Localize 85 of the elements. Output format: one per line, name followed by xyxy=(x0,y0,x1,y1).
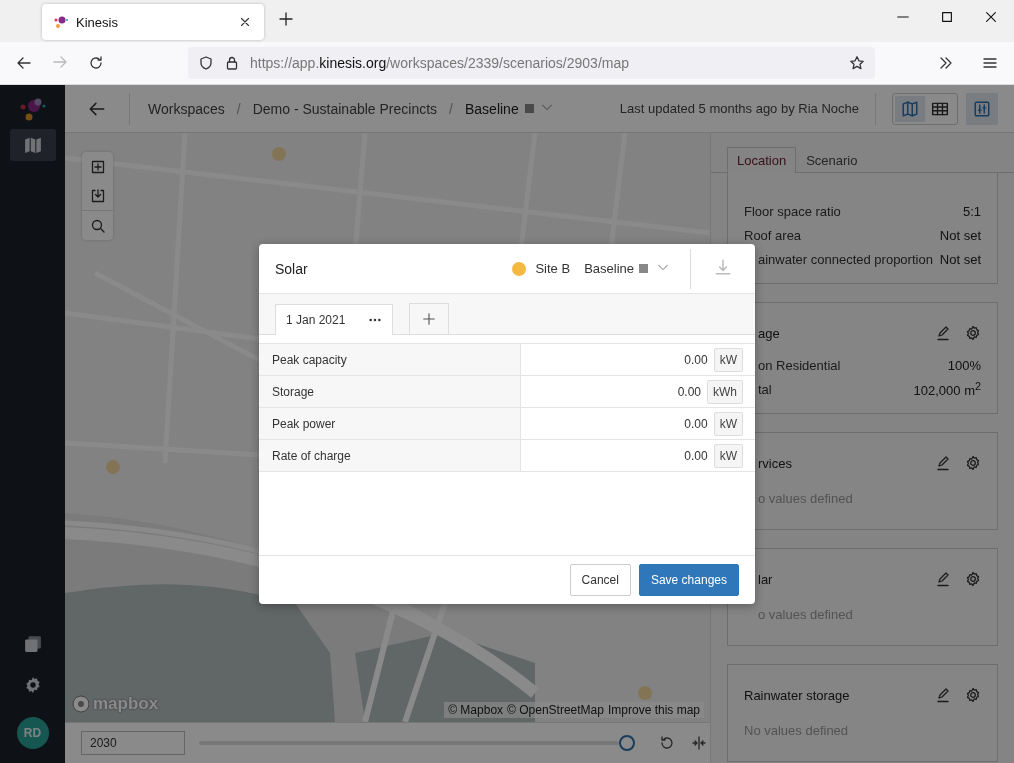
close-icon[interactable] xyxy=(238,15,252,29)
app-logo-icon xyxy=(54,15,68,29)
property-label: ainwater connected proportion xyxy=(757,251,933,267)
field-label: Rate of charge xyxy=(259,440,521,471)
back-icon[interactable] xyxy=(16,55,32,71)
panel-tab[interactable]: Scenario xyxy=(796,147,868,173)
chevrons-icon[interactable] xyxy=(938,55,954,71)
card-title: lar xyxy=(757,571,773,587)
site-name: Site B xyxy=(535,261,571,276)
breadcrumb-separator: / xyxy=(449,100,453,117)
value-field[interactable]: 0.00 xyxy=(677,384,701,399)
row-value: 102,000 m$^{2}$ xyxy=(913,379,981,399)
close-icon[interactable] xyxy=(984,10,998,24)
save-button[interactable]: Save changes xyxy=(638,564,739,596)
property-value: Not set xyxy=(939,251,981,267)
property-label: Roof area xyxy=(744,227,802,243)
split-icon[interactable] xyxy=(691,735,707,751)
field-label: Peak power xyxy=(259,408,521,439)
year-field[interactable]: 2030 xyxy=(81,731,185,755)
browser-tab[interactable]: Kinesis xyxy=(42,4,264,40)
plus-icon[interactable] xyxy=(278,11,294,27)
row-value: 100% xyxy=(947,357,981,373)
map-icon xyxy=(901,99,919,118)
tab-title: Kinesis xyxy=(76,14,119,30)
settings-icon[interactable] xyxy=(965,571,981,587)
address-bar[interactable]: https://app.kinesis.org/workspaces/2339/scenarios/2903/map xyxy=(188,47,875,79)
date-tab[interactable]: 1 Jan 2021 xyxy=(275,304,393,335)
attribution-link[interactable]: © Mapbox xyxy=(448,703,504,717)
property-label: Floor space ratio xyxy=(744,203,841,219)
attribution-link[interactable]: Improve this map xyxy=(607,703,700,717)
reset-icon[interactable] xyxy=(659,735,675,751)
card-title: rvices xyxy=(757,455,792,471)
field-label: Peak capacity xyxy=(259,344,521,375)
slider-thumb[interactable] xyxy=(619,735,635,751)
plus-icon xyxy=(422,312,436,326)
unit-label: kWh xyxy=(707,379,743,404)
settings-icon[interactable] xyxy=(965,455,981,471)
settings-icon[interactable] xyxy=(965,687,981,703)
shield-icon xyxy=(198,55,214,71)
value-field[interactable]: 0.00 xyxy=(684,448,708,463)
settings-icon[interactable] xyxy=(23,676,42,694)
info-icon xyxy=(524,104,534,113)
breadcrumb-separator: / xyxy=(236,100,241,117)
breadcrumb-link[interactable]: Workspaces xyxy=(148,100,225,117)
breadcrumb-link[interactable]: Demo - Sustainable Precincts xyxy=(252,100,438,117)
lock-icon xyxy=(224,55,240,71)
map-icon xyxy=(23,136,42,154)
star-icon[interactable] xyxy=(849,55,865,71)
panel-toggle-button[interactable] xyxy=(966,92,998,125)
import-icon[interactable] xyxy=(89,187,106,204)
scenario-selector[interactable]: Baseline xyxy=(584,261,634,276)
edit-icon[interactable] xyxy=(935,325,951,341)
nav-item[interactable] xyxy=(9,129,56,161)
url-text: https://app.kinesis.org/workspaces/2339/scenarios/2903/map xyxy=(250,55,630,71)
attribution-link[interactable]: © OpenStreetMap xyxy=(507,703,604,717)
value-field[interactable]: 0.00 xyxy=(684,352,708,367)
unit-label: kW xyxy=(713,443,743,468)
timeline-slider[interactable] xyxy=(199,735,635,751)
row-label: tal xyxy=(757,381,772,397)
card-title: age xyxy=(757,325,780,341)
edit-icon[interactable] xyxy=(935,687,951,703)
edit-icon[interactable] xyxy=(935,571,951,587)
reload-icon[interactable] xyxy=(88,55,104,71)
cancel-button[interactable]: Cancel xyxy=(569,564,631,596)
card-title: Rainwater storage xyxy=(744,687,850,703)
map-view-button[interactable] xyxy=(895,95,925,122)
property-value: 5:1 xyxy=(962,203,981,219)
search-icon[interactable] xyxy=(89,217,106,234)
add-area-icon[interactable] xyxy=(89,158,106,175)
panel-tab[interactable]: Location xyxy=(727,147,797,173)
breadcrumb-current[interactable]: Baseline xyxy=(465,100,519,117)
value-field[interactable]: 0.00 xyxy=(684,416,708,431)
row-label: on Residential xyxy=(757,357,841,373)
unit-label: kW xyxy=(713,347,743,372)
edit-icon[interactable] xyxy=(935,455,951,471)
sliders-icon xyxy=(973,99,991,118)
property-value: Not set xyxy=(939,227,981,243)
dialog-title: Solar xyxy=(275,260,309,277)
field-label: Storage xyxy=(259,376,521,407)
unit-label: kW xyxy=(713,411,743,436)
settings-icon[interactable] xyxy=(965,325,981,341)
maximize-icon[interactable] xyxy=(940,10,954,24)
info-icon xyxy=(639,264,648,273)
last-updated-text: Last updated 5 months ago by Ria Noche xyxy=(619,92,876,125)
menu-icon[interactable] xyxy=(982,55,998,71)
